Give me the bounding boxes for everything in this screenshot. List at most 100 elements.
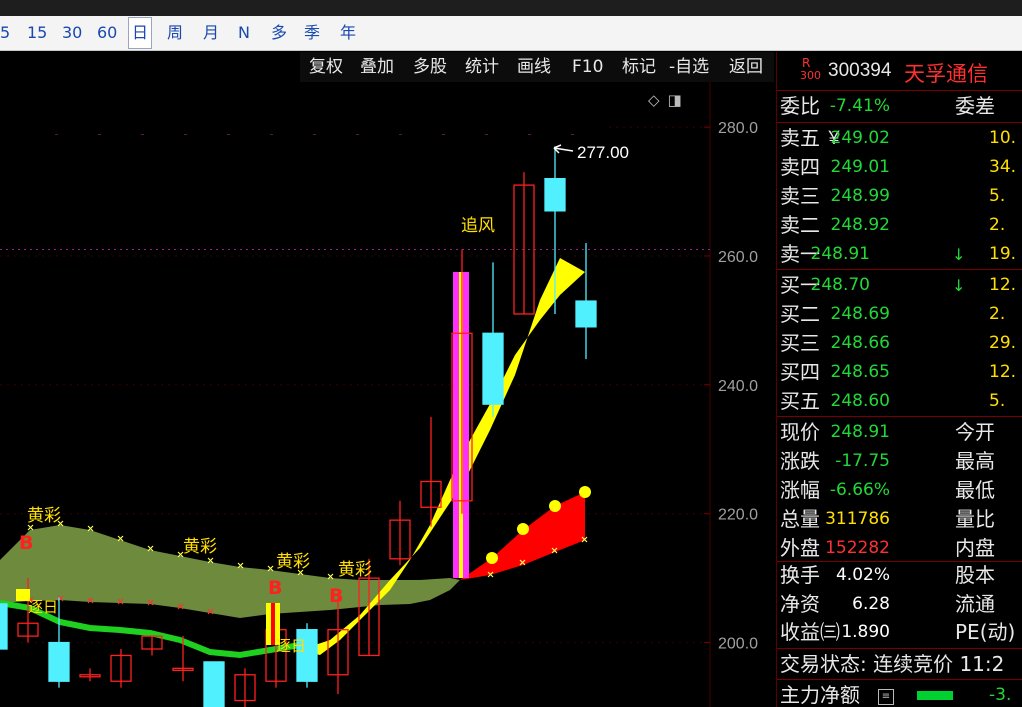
- period-60min[interactable]: 60: [97, 16, 117, 50]
- candle: [575, 243, 597, 360]
- ask-label: 卖五: [780, 126, 820, 150]
- period-n[interactable]: N: [238, 16, 250, 50]
- statistics-button[interactable]: 统计: [465, 52, 499, 82]
- f10-button[interactable]: F10: [572, 52, 603, 82]
- ask-volume: 34.: [989, 157, 1017, 177]
- ask-price: 248.92: [830, 215, 890, 235]
- candle: [482, 262, 504, 418]
- window-top-strip: [0, 0, 1022, 16]
- mark-button[interactable]: 标记: [622, 52, 656, 82]
- webi-value: -7.41%: [829, 96, 890, 116]
- bid-volume: 5.: [989, 391, 1006, 411]
- stat-label: 涨幅: [780, 478, 820, 502]
- trade-status-row: 交易状态: 连续竞价 11:2: [777, 650, 1022, 679]
- buy-marker-3: B: [329, 585, 343, 607]
- quote-panel: R 300 300394 天孚通信 委比 -7.41% 委差 卖五 ￥ 249.…: [777, 52, 1022, 707]
- period-multi[interactable]: 多: [271, 16, 287, 50]
- ask-row-3[interactable]: 卖三 248.99 5.: [777, 182, 1022, 211]
- period-toolbar: 5 15 30 60 日 周 月 N 多 季 年: [0, 16, 1022, 51]
- period-week[interactable]: 周: [167, 16, 183, 50]
- ask-volume: 5.: [989, 186, 1006, 206]
- stat-label: 涨跌: [780, 449, 820, 473]
- webi-label: 委比: [780, 94, 820, 118]
- separator: [777, 90, 1022, 91]
- stock-header: R 300 300394 天孚通信: [777, 56, 1022, 88]
- ask-price: 249.01: [830, 157, 890, 177]
- period-season[interactable]: 季: [304, 16, 320, 50]
- stat-row-pct: 涨幅 -6.66% 最低: [777, 476, 1022, 505]
- stat-row-volume: 总量 311786 量比: [777, 505, 1022, 534]
- ask-row-5[interactable]: 卖五 ￥ 249.02 10.: [777, 124, 1022, 153]
- stat-label-2: 最高: [955, 449, 995, 473]
- stat-row-turnover: 换手 4.02% 股本: [777, 561, 1022, 590]
- stat-label-2: 内盘: [955, 536, 995, 560]
- stat-value: 1.890: [841, 622, 890, 642]
- period-year[interactable]: 年: [340, 16, 356, 50]
- stock-name[interactable]: 天孚通信: [904, 58, 988, 88]
- candle: [513, 172, 535, 315]
- draw-line-button[interactable]: 画线: [517, 52, 551, 82]
- bid-row-2[interactable]: 买二 248.69 2.: [777, 300, 1022, 329]
- diamond-icon[interactable]: ◇: [648, 91, 660, 109]
- bid-label: 买五: [780, 389, 820, 413]
- stat-label: 净资: [780, 592, 820, 616]
- bid-row-3[interactable]: 买三 248.66 29.: [777, 329, 1022, 358]
- period-month[interactable]: 月: [203, 16, 219, 50]
- stat-label-2: 流通: [955, 592, 995, 616]
- stat-label-2: PE(动): [955, 620, 1016, 644]
- stat-label-2: 最低: [955, 478, 995, 502]
- ask-row-1[interactable]: 卖一 248.91 ↓ 19.: [777, 240, 1022, 269]
- tick-label: 220.0: [718, 507, 758, 524]
- candle: [141, 635, 163, 656]
- candle-body: [203, 661, 225, 707]
- candle-body: [482, 332, 504, 405]
- price-axis: 280.0 260.0 240.0 220.0 200.0: [704, 120, 758, 653]
- overlay-button[interactable]: 叠加: [360, 52, 394, 82]
- list-icon[interactable]: ≡: [878, 689, 894, 705]
- annotation-zhuri-1: 逐日: [28, 598, 58, 616]
- multi-stock-button[interactable]: 多股: [413, 52, 447, 82]
- ask-row-2[interactable]: 卖二 248.92 2.: [777, 211, 1022, 240]
- remove-watchlist-button[interactable]: -自选: [669, 52, 709, 82]
- period-5min[interactable]: 5: [0, 16, 10, 50]
- candle-body: [544, 177, 566, 212]
- back-button[interactable]: 返回: [729, 52, 763, 82]
- high-price-label: 277.00: [577, 143, 629, 162]
- buy-marker-1: B: [19, 532, 33, 554]
- stat-value: -17.75: [835, 451, 890, 471]
- candles: [0, 146, 597, 707]
- period-day[interactable]: 日: [128, 17, 153, 49]
- bid-label: 买三: [780, 331, 820, 355]
- stat-row-eps: 收益㈢ 1.890 PE(动): [777, 618, 1022, 647]
- candle: [79, 668, 101, 682]
- zhuri-mark-2-core: [271, 603, 275, 645]
- bid-volume: 2.: [989, 304, 1006, 324]
- stock-code: 300394: [828, 60, 892, 81]
- bid-row-5[interactable]: 买五 248.60 5.: [777, 387, 1022, 416]
- candle-body: [0, 603, 8, 650]
- window-icon[interactable]: ◨: [668, 91, 682, 109]
- bid-row-1[interactable]: 买一 248.70 ↓ 12.: [777, 271, 1022, 300]
- separator: [777, 269, 1022, 270]
- candle-body: [48, 641, 70, 682]
- ask-row-4[interactable]: 卖四 249.01 34.: [777, 153, 1022, 182]
- period-15min[interactable]: 15: [27, 16, 47, 50]
- down-arrow-icon: ↓: [952, 245, 966, 264]
- buy-marker-2: B: [268, 577, 282, 599]
- restore-rights-button[interactable]: 复权: [309, 52, 343, 82]
- kline-chart[interactable]: 277.00 黄彩 黄彩 黄彩 黄彩 追风 逐日 逐日 B B B 280.02…: [0, 82, 776, 707]
- stat-row-price: 现价 248.91 今开: [777, 418, 1022, 447]
- bid-price: 248.60: [830, 391, 890, 411]
- separator: [777, 416, 1022, 417]
- market-tag: R: [802, 56, 811, 70]
- stat-row-netasset: 净资 6.28 流通: [777, 590, 1022, 619]
- stat-label: 外盘: [780, 536, 820, 560]
- annotation-zhufeng: 追风: [461, 216, 495, 236]
- stat-value: 248.91: [830, 422, 890, 442]
- bid-row-4[interactable]: 买四 248.65 12.: [777, 358, 1022, 387]
- period-30min[interactable]: 30: [62, 16, 82, 50]
- candle: [389, 500, 411, 566]
- stat-value: 311786: [825, 509, 890, 529]
- tick-label: 200.0: [718, 636, 758, 653]
- ask-volume: 19.: [989, 244, 1017, 264]
